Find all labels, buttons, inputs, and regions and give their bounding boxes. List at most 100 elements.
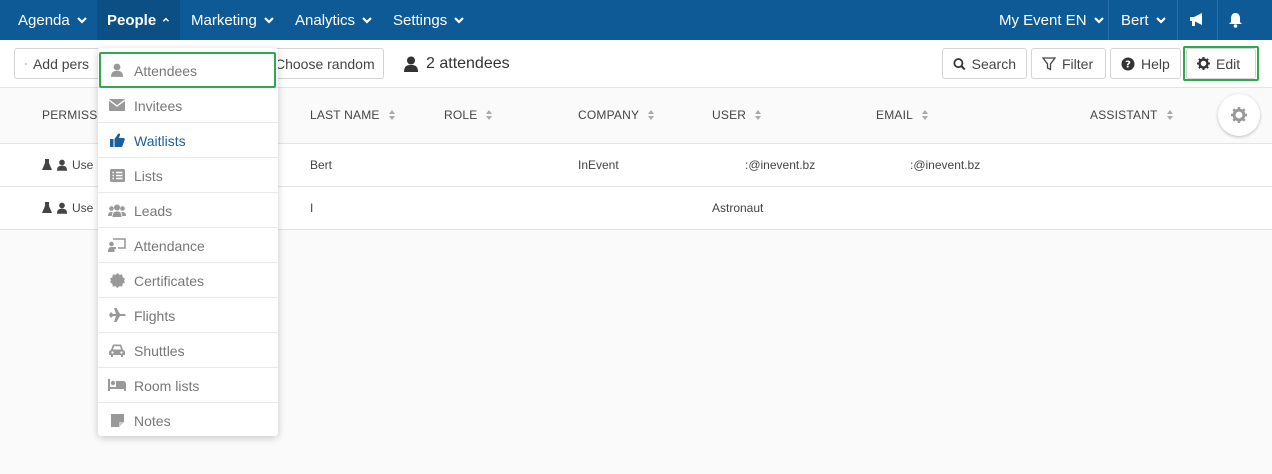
sort-icon xyxy=(388,110,395,120)
filter-button[interactable]: Filter xyxy=(1031,48,1106,79)
search-label: Search xyxy=(971,55,1016,72)
column-header-label: ASSISTANT xyxy=(1090,108,1158,122)
chevron-down-icon xyxy=(76,17,87,24)
menu-item-label: Waitlists xyxy=(134,133,186,149)
help-label: Help xyxy=(1141,55,1170,72)
nav-people-label: People xyxy=(107,11,157,29)
attendee-count: 2 attendees xyxy=(404,48,510,79)
column-settings-button[interactable] xyxy=(1218,94,1260,136)
svg-text:?: ? xyxy=(1125,59,1131,70)
menu-item-flights[interactable]: Flights xyxy=(98,298,278,333)
nav-analytics-label: Analytics xyxy=(295,11,356,29)
menu-item-leads[interactable]: Leads xyxy=(98,193,278,228)
event-selector-label: My Event EN xyxy=(999,11,1087,29)
menu-item-label: Lists xyxy=(134,168,163,184)
chevron-down-icon xyxy=(1155,17,1166,24)
chevron-down-icon xyxy=(1093,17,1104,24)
column-header-assistant[interactable]: ASSISTANT xyxy=(1090,108,1174,122)
column-header-role[interactable]: ROLE xyxy=(444,108,493,122)
permission-value: Use xyxy=(72,158,94,172)
menu-item-lists[interactable]: Lists xyxy=(98,158,278,193)
gear-icon xyxy=(1231,107,1247,123)
nav-settings-label: Settings xyxy=(393,11,448,29)
sort-icon xyxy=(1166,110,1173,120)
announcements-button[interactable] xyxy=(1188,0,1206,40)
plus-icon xyxy=(25,62,27,65)
menu-item-label: Certificates xyxy=(134,273,205,289)
nav-divider xyxy=(1177,0,1178,40)
column-header-user[interactable]: USER xyxy=(712,108,762,122)
menu-item-attendance[interactable]: Attendance xyxy=(98,228,278,263)
column-header-last-name[interactable]: LAST NAME xyxy=(310,108,396,122)
company-cell: InEvent xyxy=(578,158,619,172)
menu-item-room-lists[interactable]: Room lists xyxy=(98,368,278,403)
menu-item-certificates[interactable]: Certificates xyxy=(98,263,278,298)
nav-divider xyxy=(1217,0,1218,40)
email-cell: :@inevent.bz xyxy=(910,158,981,172)
chevron-down-icon xyxy=(454,17,464,24)
nav-people[interactable]: People xyxy=(97,0,180,40)
choose-random-button[interactable]: Choose random xyxy=(264,48,384,79)
last-name-cell: Bert xyxy=(310,158,333,172)
users-icon xyxy=(108,202,126,218)
nav-marketing[interactable]: Marketing xyxy=(191,0,275,40)
menu-item-label: Attendance xyxy=(134,238,205,254)
search-icon xyxy=(953,57,966,70)
filter-icon xyxy=(1042,56,1056,71)
megaphone-icon xyxy=(1190,13,1202,26)
nav-analytics[interactable]: Analytics xyxy=(295,0,373,40)
user-icon xyxy=(57,202,67,214)
menu-item-notes[interactable]: Notes xyxy=(98,403,278,438)
user-icon xyxy=(57,159,67,171)
user-cell: Astronaut xyxy=(712,201,764,215)
event-selector[interactable]: My Event EN xyxy=(999,0,1105,40)
nav-marketing-label: Marketing xyxy=(191,11,257,29)
column-header-label: COMPANY xyxy=(578,108,640,122)
menu-item-invitees[interactable]: Invitees xyxy=(98,88,278,123)
top-navigation-bar: Agenda People Marketing Analytics Settin… xyxy=(0,0,1272,40)
user-cell: :@inevent.bz xyxy=(745,158,816,172)
column-header-label: EMAIL xyxy=(876,108,914,122)
envelope-icon xyxy=(108,97,126,113)
column-header-label: ROLE xyxy=(444,108,478,122)
user-menu[interactable]: Bert xyxy=(1121,0,1167,40)
menu-item-label: Leads xyxy=(134,203,173,219)
bed-icon xyxy=(108,377,126,393)
nav-divider xyxy=(1108,0,1109,40)
column-header-company[interactable]: COMPANY xyxy=(578,108,655,122)
certificate-icon xyxy=(108,272,126,288)
flask-icon xyxy=(42,159,52,170)
menu-item-label: Notes xyxy=(134,413,171,429)
plane-icon xyxy=(108,307,126,323)
permission-cell: Use xyxy=(42,158,93,172)
presenter-icon xyxy=(108,237,126,253)
nav-agenda[interactable]: Agenda xyxy=(18,0,88,40)
permission-cell: Use xyxy=(42,201,93,215)
car-icon xyxy=(108,342,126,358)
menu-item-shuttles[interactable]: Shuttles xyxy=(98,333,278,368)
search-button[interactable]: Search xyxy=(942,48,1027,79)
sort-icon xyxy=(755,110,762,120)
permission-value: Use xyxy=(72,201,94,215)
list-icon xyxy=(108,167,126,183)
help-button[interactable]: ? Help xyxy=(1110,48,1181,79)
people-dropdown-menu: Attendees Invitees Waitlists Lists Leads… xyxy=(98,48,278,436)
attendee-count-label: 2 attendees xyxy=(426,54,510,72)
menu-item-waitlists[interactable]: Waitlists xyxy=(98,123,278,158)
chevron-down-icon xyxy=(362,17,372,24)
bell-icon xyxy=(1229,13,1242,28)
attendees-menu-highlight xyxy=(99,52,276,88)
menu-item-label: Shuttles xyxy=(134,343,185,359)
question-circle-icon: ? xyxy=(1121,57,1135,70)
column-header-label: LAST NAME xyxy=(310,108,380,122)
nav-agenda-label: Agenda xyxy=(18,11,70,29)
add-person-label: Add pers xyxy=(32,55,89,72)
nav-settings[interactable]: Settings xyxy=(393,0,465,40)
add-person-button[interactable]: Add pers xyxy=(14,48,100,79)
last-name-cell: I xyxy=(310,201,314,215)
choose-random-label: Choose random xyxy=(275,55,375,72)
notifications-button[interactable] xyxy=(1228,0,1243,40)
menu-item-label: Flights xyxy=(134,308,176,324)
filter-label: Filter xyxy=(1062,55,1094,72)
column-header-email[interactable]: EMAIL xyxy=(876,108,929,122)
